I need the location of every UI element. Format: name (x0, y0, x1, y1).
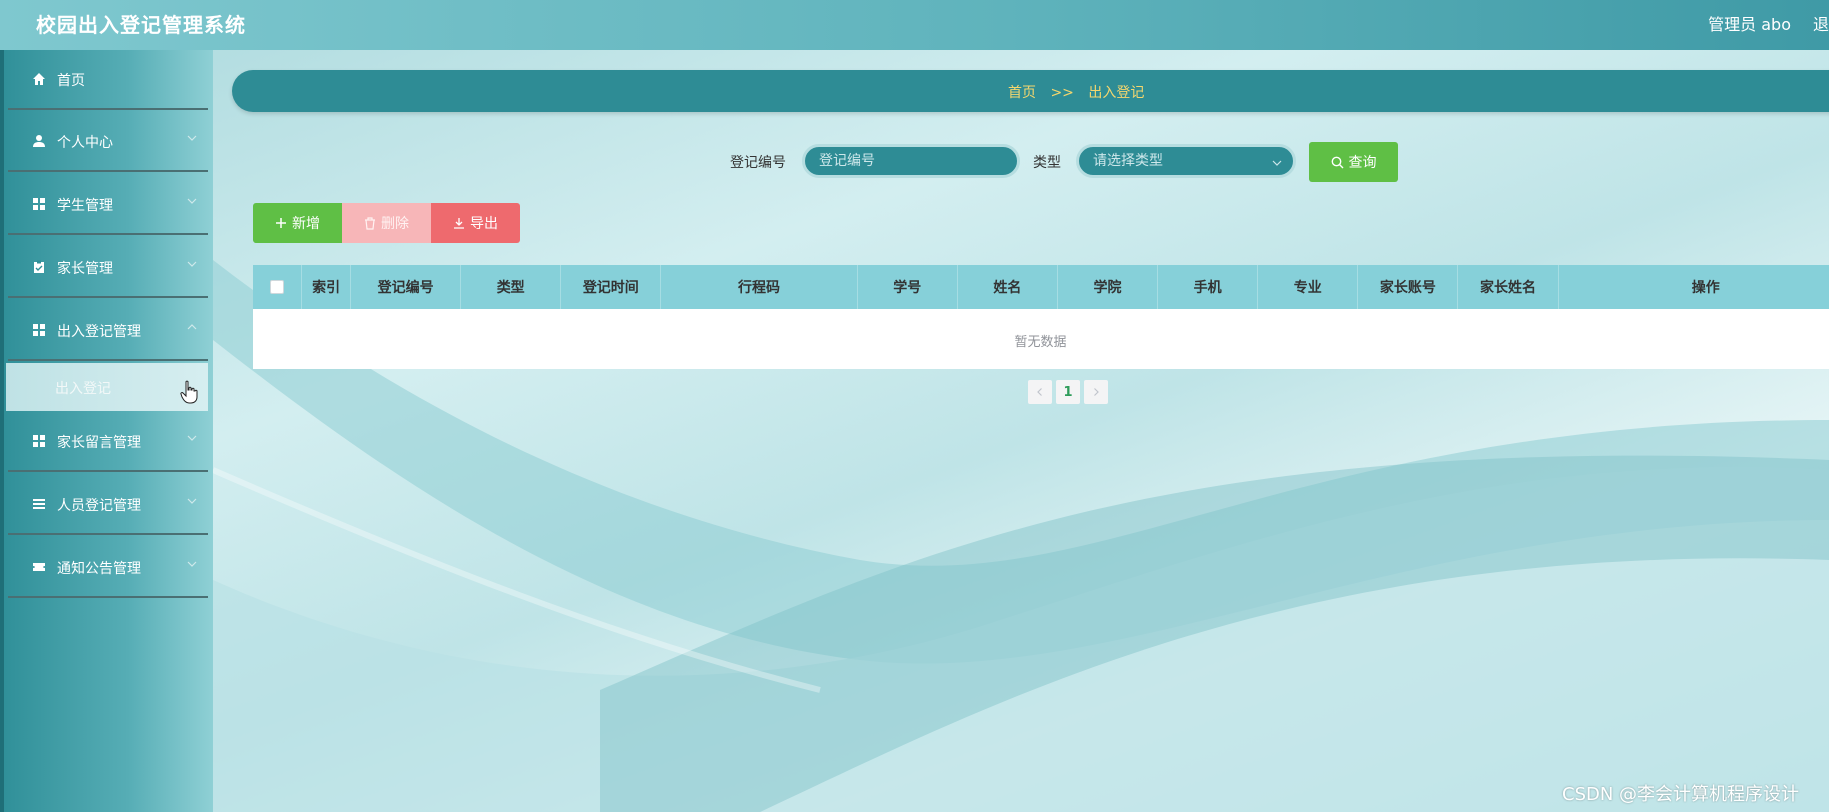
sidebar-item-notices[interactable]: 通知公告管理 (8, 538, 208, 598)
column-header[interactable]: 登记时间 (561, 265, 662, 309)
clipboard-icon (34, 260, 44, 273)
ticket-icon (33, 563, 45, 571)
column-header[interactable]: 类型 (461, 265, 562, 309)
breadcrumb-current: 出入登记 (1088, 85, 1145, 101)
hand-cursor-icon (180, 380, 198, 404)
column-header[interactable]: 操作 (1559, 265, 1829, 309)
user-icon (33, 135, 45, 147)
column-header[interactable]: 家长账号 (1358, 265, 1459, 309)
sidebar-item-entry-management[interactable]: 出入登记管理 (8, 301, 208, 361)
sidebar-item-label: 人员登记管理 (57, 498, 141, 514)
table-header: 索引 登记编号 类型 登记时间 行程码 学号 姓名 学院 手机 专业 家长账号 … (253, 265, 1829, 309)
column-header[interactable]: 行程码 (661, 265, 858, 309)
export-button[interactable]: 导出 (431, 203, 520, 243)
column-header[interactable]: 手机 (1158, 265, 1259, 309)
background-silk-waves (211, 260, 1829, 812)
chevron-left-icon (1037, 388, 1042, 396)
delete-button[interactable]: 删除 (342, 203, 431, 243)
sidebar-item-label: 出入登记管理 (57, 324, 141, 340)
type-label: 类型 (1033, 155, 1061, 171)
column-header[interactable]: 索引 (302, 265, 352, 309)
column-header[interactable]: 姓名 (958, 265, 1058, 309)
query-button-label: 查询 (1348, 155, 1377, 171)
data-table: 索引 登记编号 类型 登记时间 行程码 学号 姓名 学院 手机 专业 家长账号 … (253, 265, 1829, 369)
grid-icon (33, 324, 45, 336)
export-button-label: 导出 (470, 216, 498, 232)
grid-icon (33, 435, 45, 447)
sidebar-edge (0, 50, 4, 812)
type-select-placeholder: 请选择类型 (1093, 153, 1163, 169)
chevron-down-icon (187, 135, 197, 141)
current-user: 管理员 abo (1708, 15, 1791, 34)
empty-state-text: 暂无数据 (1014, 335, 1067, 350)
reg-no-label: 登记编号 (730, 155, 786, 171)
next-page-button[interactable] (1084, 380, 1108, 404)
reg-no-input[interactable]: 登记编号 (802, 144, 1020, 178)
download-icon (454, 218, 464, 229)
column-header[interactable]: 专业 (1258, 265, 1359, 309)
user-area: 管理员 abo 退出 (1708, 11, 1829, 35)
sidebar-item-students[interactable]: 学生管理 (8, 175, 208, 235)
pagination: 1 (1028, 380, 1112, 404)
top-header: 校园出入登记管理系统 管理员 abo 退出 (0, 0, 1829, 50)
breadcrumb-separator: >> (1050, 85, 1074, 101)
chevron-right-icon (1094, 388, 1099, 396)
chevron-down-icon (187, 435, 197, 441)
app-title: 校园出入登记管理系统 (36, 13, 246, 37)
plus-icon (276, 218, 286, 228)
sidebar-item-home[interactable]: 首页 (8, 50, 208, 110)
table-body: 暂无数据 (253, 309, 1829, 369)
column-header[interactable]: 登记编号 (351, 265, 462, 309)
grid-icon (33, 198, 45, 210)
page-number-button[interactable]: 1 (1056, 380, 1080, 404)
sidebar-item-profile[interactable]: 个人中心 (8, 112, 208, 172)
search-icon (1331, 156, 1343, 168)
chevron-down-icon (187, 498, 197, 504)
sidebar-item-label: 家长管理 (57, 261, 113, 277)
sidebar: 首页 个人中心 学生管理 家长管理 出入登记管理 出入登记 家长留言管理 人员登… (0, 50, 213, 812)
home-icon (33, 73, 45, 85)
sidebar-item-label: 学生管理 (57, 198, 113, 214)
logout-link[interactable]: 退出 (1813, 11, 1829, 35)
chevron-down-icon (1272, 160, 1282, 166)
list-icon (33, 499, 45, 509)
submenu-item-label: 出入登记 (55, 381, 111, 397)
submenu-item-entry-registration[interactable]: 出入登记 (6, 363, 208, 411)
sidebar-item-parents[interactable]: 家长管理 (8, 238, 208, 298)
delete-button-label: 删除 (381, 216, 409, 232)
chevron-down-icon (187, 561, 197, 567)
trash-icon (365, 216, 375, 230)
chevron-up-icon (187, 324, 197, 330)
breadcrumb: 首页 >> 出入登记 (232, 70, 1829, 112)
add-button[interactable]: 新增 (253, 203, 342, 243)
select-all-cell (253, 265, 303, 309)
sidebar-item-parent-messages[interactable]: 家长留言管理 (8, 412, 208, 472)
watermark: CSDN @李会计算机程序设计 (1562, 784, 1800, 805)
type-select[interactable]: 请选择类型 (1076, 144, 1296, 178)
query-button[interactable]: 查询 (1309, 142, 1398, 182)
column-header[interactable]: 学院 (1058, 265, 1159, 309)
sidebar-item-personnel[interactable]: 人员登记管理 (8, 475, 208, 535)
sidebar-item-label: 首页 (57, 73, 85, 89)
add-button-label: 新增 (292, 216, 320, 232)
chevron-down-icon (187, 198, 197, 204)
sidebar-item-label: 家长留言管理 (57, 435, 141, 451)
sidebar-item-label: 通知公告管理 (57, 561, 141, 577)
chevron-down-icon (187, 261, 197, 267)
sidebar-item-label: 个人中心 (57, 135, 113, 151)
column-header[interactable]: 学号 (858, 265, 958, 309)
breadcrumb-home[interactable]: 首页 (1008, 85, 1036, 101)
prev-page-button[interactable] (1028, 380, 1052, 404)
select-all-checkbox[interactable] (270, 280, 285, 294)
column-header[interactable]: 家长姓名 (1458, 265, 1559, 309)
